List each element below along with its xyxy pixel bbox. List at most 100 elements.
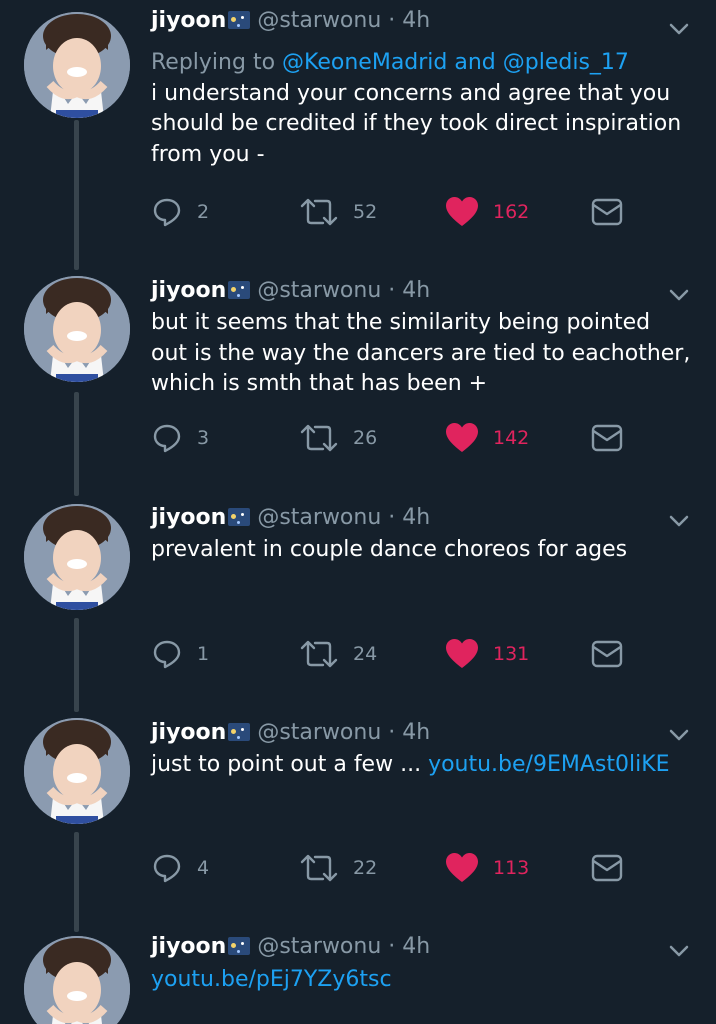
envelope-icon — [591, 424, 623, 452]
tweet-text: but it seems that the similarity being p… — [151, 308, 691, 400]
timestamp[interactable]: 4h — [402, 8, 430, 33]
like-count: 113 — [493, 857, 530, 879]
tweet-header: jiyoon @starwonu · 4h — [151, 6, 430, 36]
retweet-button[interactable]: 24 — [299, 636, 377, 672]
retweet-icon — [300, 854, 338, 882]
chevron-down-icon[interactable] — [668, 724, 690, 746]
tweet[interactable]: jiyoon @starwonu · 4h just to point out … — [0, 712, 716, 932]
tweet-actions: 4 22 113 — [151, 850, 691, 886]
avatar[interactable] — [24, 936, 130, 1024]
tweet[interactable]: jiyoon @starwonu · 4h youtu.be/pEj7YZy6t… — [0, 932, 716, 1024]
tweet-text: prevalent in couple dance choreos for ag… — [151, 535, 691, 566]
display-name[interactable]: jiyoon — [151, 720, 226, 745]
reply-icon — [153, 198, 181, 227]
tweet-header: jiyoon @starwonu · 4h — [151, 932, 430, 962]
tweet-body: youtu.be/pEj7YZy6tsc — [151, 965, 691, 996]
reply-icon — [153, 640, 181, 669]
replying-to-label: Replying to — [151, 50, 283, 75]
user-handle[interactable]: @starwonu — [257, 505, 381, 530]
like-count: 162 — [493, 201, 530, 223]
tweet-body: prevalent in couple dance choreos for ag… — [151, 537, 628, 562]
timestamp[interactable]: 4h — [402, 720, 430, 745]
user-handle[interactable]: @starwonu — [257, 934, 381, 959]
tweet-body: just to point out a few ... youtu.be/9EM… — [151, 750, 691, 781]
retweet-count: 52 — [353, 201, 378, 223]
tweet-body: but it seems that the similarity being p… — [151, 310, 691, 396]
avatar[interactable] — [24, 504, 130, 610]
retweet-icon — [300, 198, 338, 226]
retweet-count: 22 — [353, 857, 378, 879]
reply-button[interactable]: 2 — [151, 194, 209, 230]
direct-message-button[interactable] — [591, 636, 623, 672]
tweet-text: Replying to @KeoneMadrid and @pledis_17 … — [151, 48, 691, 170]
tweet-link[interactable]: youtu.be/pEj7YZy6tsc — [151, 967, 392, 992]
like-button[interactable]: 142 — [445, 420, 529, 456]
name-emoji-icon — [228, 937, 251, 955]
envelope-icon — [591, 854, 623, 882]
display-name[interactable]: jiyoon — [151, 278, 226, 303]
avatar[interactable] — [24, 12, 130, 118]
direct-message-button[interactable] — [591, 850, 623, 886]
heart-icon — [446, 423, 478, 452]
name-emoji-icon — [228, 508, 251, 526]
retweet-button[interactable]: 52 — [299, 194, 377, 230]
like-count: 142 — [493, 427, 530, 449]
chevron-down-icon[interactable] — [668, 284, 690, 306]
tweet[interactable]: jiyoon @starwonu · 4h prevalent in coupl… — [0, 498, 716, 712]
retweet-button[interactable]: 22 — [299, 850, 377, 886]
like-button[interactable]: 113 — [445, 850, 529, 886]
reply-mentions[interactable]: @KeoneMadrid and @pledis_17 — [282, 50, 629, 75]
reply-icon — [153, 854, 181, 883]
timestamp[interactable]: 4h — [402, 278, 430, 303]
avatar[interactable] — [24, 276, 130, 382]
envelope-icon — [591, 198, 623, 226]
tweet-link[interactable]: youtu.be/9EMAst0liKE — [428, 752, 669, 777]
timestamp[interactable]: 4h — [402, 934, 430, 959]
user-handle[interactable]: @starwonu — [257, 720, 381, 745]
separator-dot: · — [388, 505, 396, 530]
like-button[interactable]: 131 — [445, 636, 529, 672]
reply-context: Replying to @KeoneMadrid and @pledis_17 — [151, 48, 691, 79]
retweet-icon — [300, 640, 338, 668]
tweet-header: jiyoon @starwonu · 4h — [151, 503, 430, 533]
chevron-down-icon[interactable] — [668, 510, 690, 532]
envelope-icon — [591, 640, 623, 668]
name-emoji-icon — [228, 281, 251, 299]
display-name[interactable]: jiyoon — [151, 8, 226, 33]
name-emoji-icon — [228, 11, 251, 29]
tweet-actions: 2 52 162 — [151, 194, 691, 230]
reply-count: 4 — [197, 857, 210, 879]
tweet-body: i understand your concerns and agree tha… — [151, 80, 682, 167]
display-name[interactable]: jiyoon — [151, 505, 226, 530]
tweet-text: just to point out a few ... youtu.be/9EM… — [151, 750, 691, 781]
tweet-actions: 1 24 131 — [151, 636, 691, 672]
user-handle[interactable]: @starwonu — [257, 278, 381, 303]
user-handle[interactable]: @starwonu — [257, 8, 381, 33]
retweet-button[interactable]: 26 — [299, 420, 377, 456]
reply-count: 1 — [197, 643, 210, 665]
avatar[interactable] — [24, 718, 130, 824]
chevron-down-icon[interactable] — [668, 18, 690, 40]
chevron-down-icon[interactable] — [668, 940, 690, 962]
heart-icon — [446, 197, 478, 226]
reply-button[interactable]: 4 — [151, 850, 209, 886]
reply-icon — [153, 424, 181, 453]
direct-message-button[interactable] — [591, 194, 623, 230]
direct-message-button[interactable] — [591, 420, 623, 456]
tweet[interactable]: jiyoon @starwonu · 4h Replying to @Keone… — [0, 0, 716, 270]
display-name[interactable]: jiyoon — [151, 934, 226, 959]
separator-dot: · — [388, 934, 396, 959]
tweet-header: jiyoon @starwonu · 4h — [151, 276, 430, 306]
separator-dot: · — [388, 278, 396, 303]
tweet-body-text: just to point out a few ... — [151, 752, 429, 777]
timestamp[interactable]: 4h — [402, 505, 430, 530]
tweet-text: youtu.be/pEj7YZy6tsc — [151, 965, 691, 996]
reply-button[interactable]: 1 — [151, 636, 209, 672]
like-button[interactable]: 162 — [445, 194, 529, 230]
reply-count: 3 — [197, 427, 210, 449]
heart-icon — [446, 853, 478, 882]
reply-button[interactable]: 3 — [151, 420, 209, 456]
retweet-count: 26 — [353, 427, 378, 449]
tweet[interactable]: jiyoon @starwonu · 4h but it seems that … — [0, 270, 716, 498]
tweet-header: jiyoon @starwonu · 4h — [151, 718, 430, 748]
